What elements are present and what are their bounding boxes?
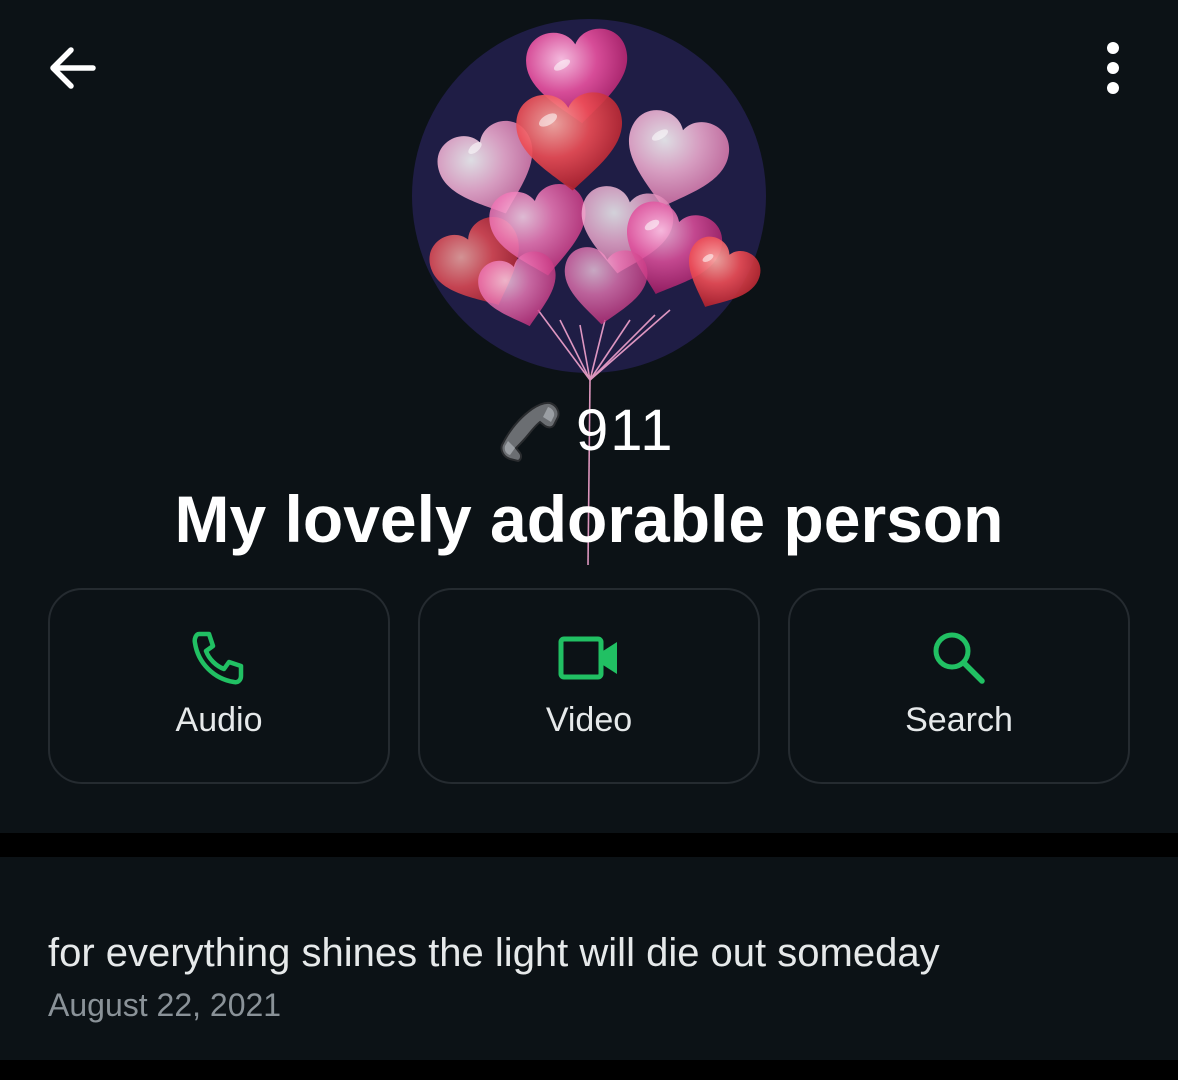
about-status-date: August 22, 2021 [48, 987, 282, 1023]
audio-label: Audio [175, 701, 263, 739]
arrow-left-icon [50, 47, 96, 89]
video-camera-icon [420, 626, 758, 690]
back-button[interactable] [40, 38, 104, 98]
video-call-button[interactable]: Video [418, 588, 760, 784]
search-label: Search [905, 701, 1013, 739]
audio-call-button[interactable]: Audio [48, 588, 390, 784]
more-options-button[interactable] [1086, 36, 1140, 100]
phone-number: 911 [576, 397, 675, 463]
profile-avatar[interactable] [412, 19, 766, 373]
phone-icon [50, 626, 388, 690]
video-label: Video [545, 701, 633, 739]
search-icon [790, 626, 1128, 690]
phone-number-row[interactable]: 911 [496, 390, 674, 470]
contact-name: My lovely adorable person [174, 482, 1004, 556]
more-vertical-icon [1107, 42, 1119, 94]
search-button[interactable]: Search [788, 588, 1130, 784]
contact-info-screen: 911 My lovely adorable person Audio Vide… [0, 0, 1178, 1080]
about-status-text: for everything shines the light will die… [48, 931, 940, 975]
telephone-receiver-icon [496, 395, 566, 465]
